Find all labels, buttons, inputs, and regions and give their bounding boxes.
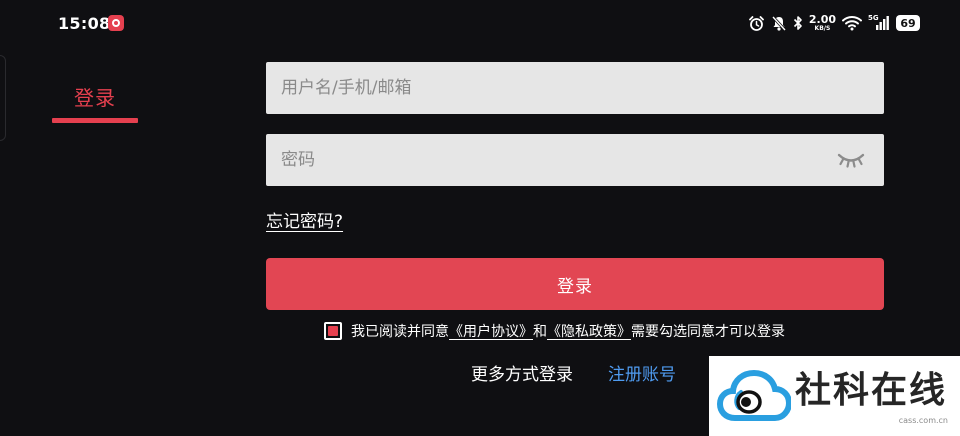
eye-closed-icon[interactable] (834, 146, 868, 174)
tab-login-label: 登录 (74, 86, 116, 110)
username-input[interactable] (266, 62, 884, 114)
alarm-icon (748, 15, 765, 32)
more-login-options-link[interactable]: 更多方式登录 (471, 360, 573, 385)
status-icons: 2.00 KB/S 5G 69 (748, 12, 920, 34)
signal-icon: 5G (868, 14, 890, 31)
net-speed-unit: KB/S (814, 25, 831, 32)
password-input[interactable] (266, 134, 884, 186)
app-notification-icon (108, 15, 124, 31)
tab-login[interactable]: 登录 (52, 82, 138, 123)
watermark-domain: cass.com.cn (898, 416, 948, 425)
login-button[interactable]: 登录 (266, 258, 884, 310)
agreement-checkbox[interactable] (324, 322, 342, 340)
net-speed-value: 2.00 (808, 13, 836, 26)
privacy-policy-link[interactable]: 《隐私政策》 (547, 321, 631, 341)
forgot-password-link[interactable]: 忘记密码? (266, 207, 343, 232)
user-agreement-link[interactable]: 《用户协议》 (449, 321, 533, 341)
tab-active-indicator (52, 118, 138, 123)
wifi-icon (842, 15, 862, 31)
register-account-link[interactable]: 注册账号 (608, 360, 676, 385)
agreement-prefix: 我已阅读并同意 (351, 324, 449, 340)
net-speed: 2.00 KB/S (809, 14, 836, 32)
cloud-eye-logo (717, 369, 791, 421)
agreement-suffix: 需要勾选同意才可以登录 (631, 324, 785, 340)
agreement-and: 和 (533, 324, 547, 340)
agreement-row: 我已阅读并同意 《用户协议》 和 《隐私政策》 需要勾选同意才可以登录 (324, 321, 785, 341)
edge-handle (0, 55, 6, 141)
watermark-text: 社科在线 (795, 369, 948, 411)
battery-icon: 69 (896, 15, 920, 31)
status-bar: 15:08 2.00 KB/S 5G 69 (0, 0, 960, 46)
status-time: 15:08 (58, 14, 111, 33)
bluetooth-icon (793, 15, 803, 31)
watermark: 社科在线 cass.com.cn (709, 356, 960, 436)
mute-icon (771, 15, 787, 32)
